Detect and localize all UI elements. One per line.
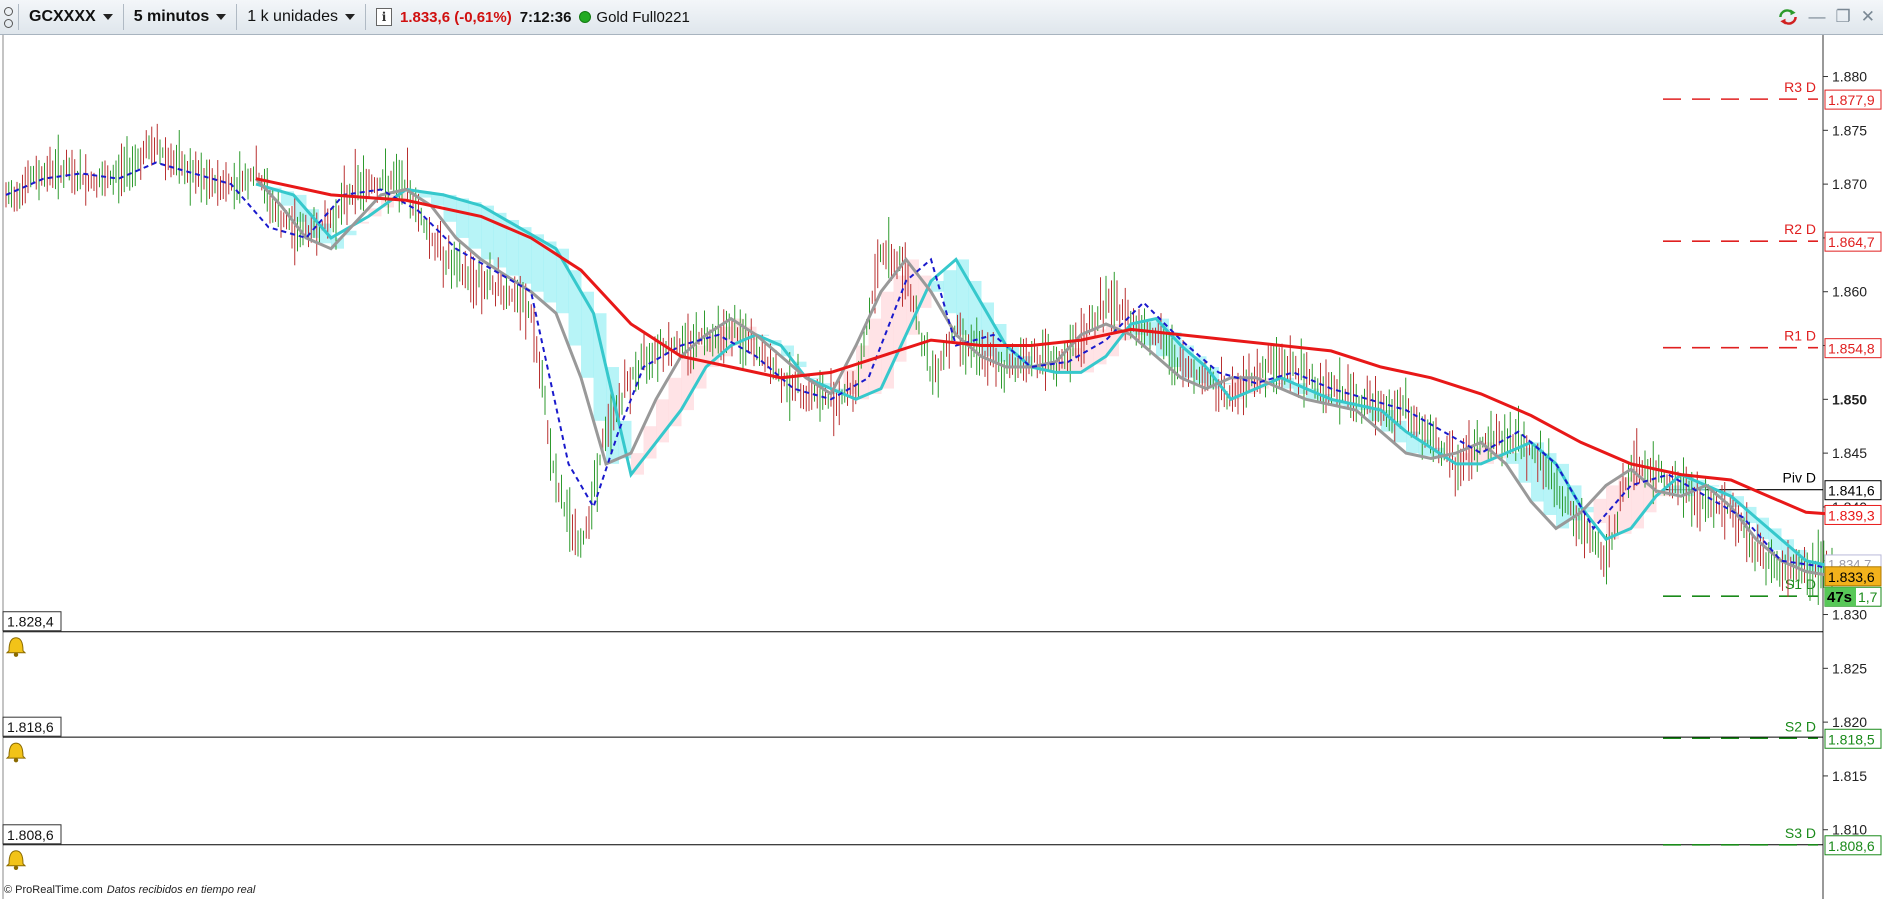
- pivot-lines: R3 D 1.877,9 R2 D 1.864,7 R1 D 1.854,8 Piv D 1.…: [1663, 79, 1882, 856]
- bell-icon: [5, 742, 27, 759]
- bell-clapper: [13, 865, 19, 870]
- pivot-label: S1 D: [1785, 576, 1816, 592]
- bell-clapper: [13, 652, 19, 657]
- footer-brand: © ProRealTime.com: [4, 884, 103, 896]
- chevron-down-icon: [216, 14, 227, 20]
- status-dot-icon: [579, 11, 592, 23]
- pivot-value-label: 1.808,6: [1828, 838, 1875, 854]
- footer: © ProRealTime.com Datos recibidos en tiem…: [4, 884, 255, 896]
- pivot-value-label: 1.818,5: [1828, 731, 1875, 747]
- alert-level-label: 1.818,6: [7, 719, 54, 735]
- cloud-segment: [456, 198, 469, 238]
- units-selector[interactable]: 1 k unidades: [241, 2, 361, 32]
- instrument-name: Gold Full0221: [596, 8, 690, 26]
- footer-status: Datos recibidos en tiempo real: [106, 884, 256, 896]
- pivot-value-label: 1.854,8: [1828, 341, 1875, 357]
- y-tick-label: 1.850: [1832, 391, 1867, 407]
- y-tick-label: 1.870: [1832, 176, 1867, 192]
- cloud-segment: [931, 280, 944, 292]
- y-tick-label: 1.875: [1832, 122, 1867, 138]
- price-chart[interactable]: 1.8801.8751.8701.8651.8601.8551.8501.845…: [0, 35, 1883, 899]
- y-tick-label: 1.830: [1832, 607, 1867, 623]
- y-tick-label: 1.825: [1832, 660, 1867, 676]
- y-tick-label: 1.860: [1832, 284, 1867, 300]
- interval-selector[interactable]: 5 minutos: [128, 2, 233, 32]
- pivot-label: S2 D: [1785, 718, 1816, 734]
- price-badges: 1.839,31.834,71.833,647s 1,7: [1824, 504, 1882, 607]
- support-partial-label: 1,7: [1858, 589, 1878, 605]
- last-price-label: 1.833,6: [1828, 569, 1875, 585]
- drag-grip-icon[interactable]: [2, 2, 14, 32]
- y-tick-label: 1.845: [1832, 445, 1867, 461]
- pivot-label: R2 D: [1784, 221, 1816, 237]
- bell-clapper: [13, 757, 19, 763]
- price-candles: [5, 123, 1836, 605]
- cloud-segment: [481, 205, 494, 260]
- alert-level-label: 1.828,4: [7, 614, 54, 630]
- last-price: 1.833,6 (-0,61%): [399, 8, 512, 26]
- pivot-label: R3 D: [1784, 79, 1816, 95]
- pivot-label: S3 D: [1785, 825, 1816, 841]
- y-tick-label: 1.815: [1832, 768, 1867, 784]
- y-tick-label: 1.880: [1832, 69, 1867, 85]
- bell-icon: [5, 850, 27, 867]
- chevron-down-icon: [102, 14, 113, 20]
- pivot-value-label: 1.877,9: [1828, 92, 1875, 108]
- ma-value-label: 1.839,3: [1828, 507, 1875, 523]
- cloud-segment: [468, 202, 482, 249]
- y-axis: 1.8801.8751.8701.8651.8601.8551.8501.845…: [2, 35, 1867, 899]
- close-icon[interactable]: ✕: [1861, 7, 1875, 27]
- clock: 7:12:36: [519, 8, 572, 26]
- cloud-segment: [943, 270, 957, 314]
- bell-icon: [5, 637, 27, 654]
- cloud-segment: [856, 345, 869, 400]
- pivot-label: Piv D: [1783, 470, 1816, 486]
- pivot-value-label: 1.841,6: [1828, 483, 1875, 499]
- timer-label: 47s: [1827, 589, 1852, 606]
- chevron-down-icon: [344, 14, 355, 20]
- window-controls: — ❐ ✕: [1777, 6, 1875, 28]
- minimize-icon[interactable]: —: [1809, 7, 1826, 27]
- restore-icon[interactable]: ❐: [1836, 7, 1851, 27]
- y-tick-label: 1.820: [1832, 714, 1867, 730]
- pivot-label: R1 D: [1784, 328, 1816, 344]
- alert-lines: 1.828,4 1.818,6 1.808,6: [2, 611, 1823, 870]
- chart-toolbar: GCXXXX 5 minutos 1 k unidades i 1.833,6 …: [0, 0, 1883, 35]
- sync-icon[interactable]: [1777, 6, 1799, 28]
- pivot-value-label: 1.864,7: [1828, 234, 1875, 250]
- info-icon[interactable]: i: [375, 8, 392, 26]
- alert-level-label: 1.808,6: [7, 827, 54, 843]
- symbol-selector[interactable]: GCXXXX: [23, 2, 119, 32]
